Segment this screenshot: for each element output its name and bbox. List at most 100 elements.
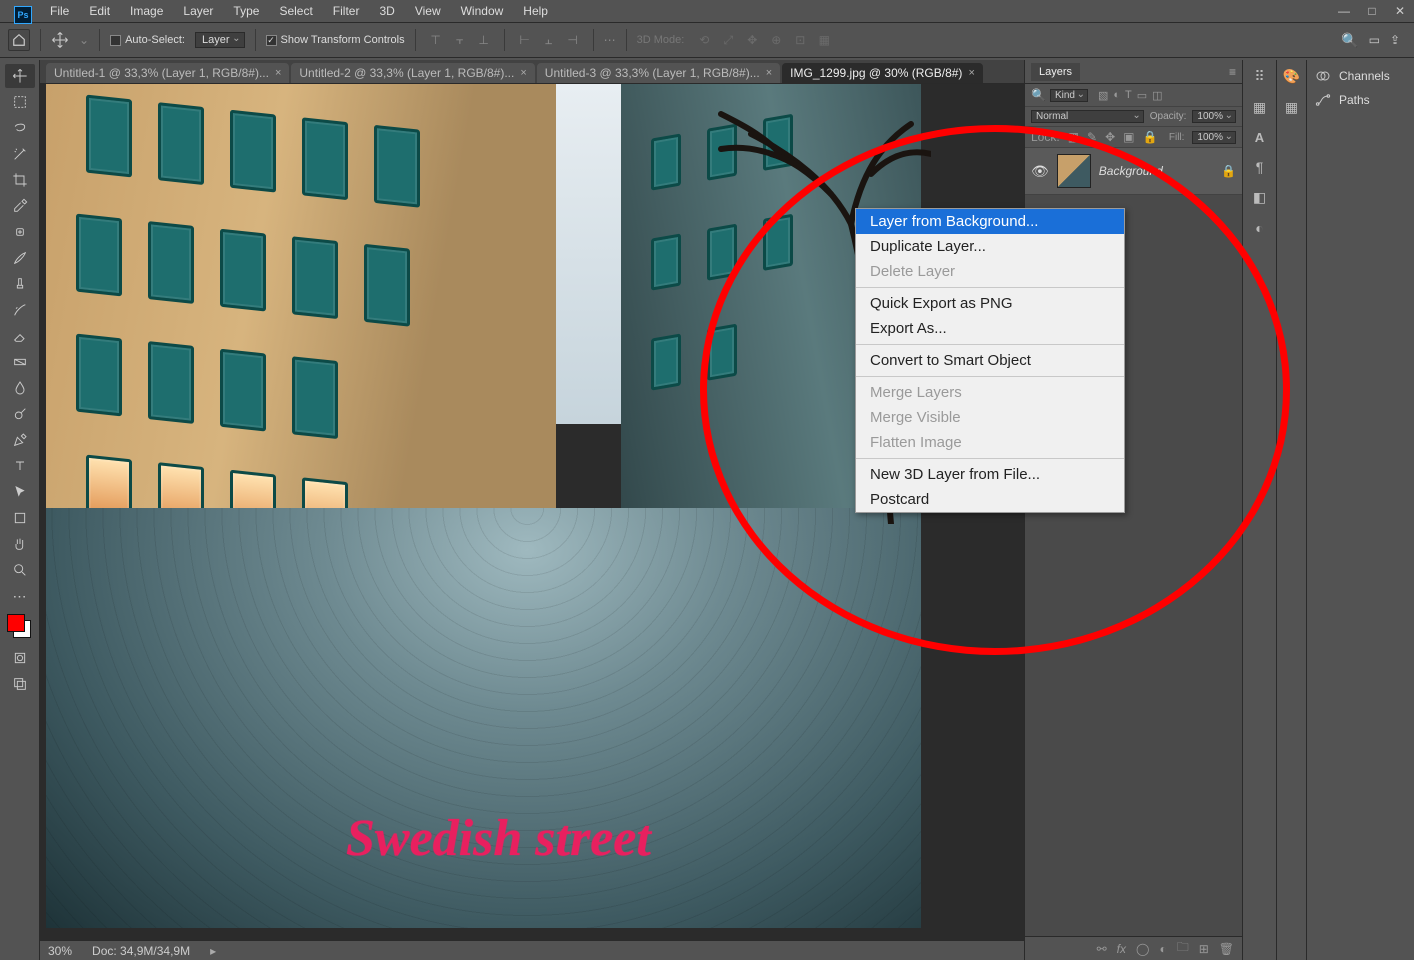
fill-value[interactable]: 100% (1192, 131, 1236, 144)
magic-wand-tool[interactable] (5, 142, 35, 166)
trash-icon[interactable]: 🗑 (1219, 942, 1234, 956)
move-tool[interactable] (5, 64, 35, 88)
ctx-export-as[interactable]: Export As... (856, 316, 1124, 341)
filter-smart-icon[interactable]: ◫ (1152, 89, 1162, 102)
align-h-icons[interactable]: ⊢ ⫠ ⊣ (515, 30, 583, 50)
mask-icon[interactable]: ◯ (1136, 942, 1149, 956)
lock-pos-icon[interactable]: ✥ (1105, 130, 1115, 144)
type-tool[interactable] (5, 454, 35, 478)
panel-icon[interactable]: ▦ (1253, 99, 1266, 116)
eraser-tool[interactable] (5, 324, 35, 348)
close-icon[interactable]: × (275, 67, 281, 79)
search-icon[interactable]: 🔍 (1341, 32, 1358, 49)
close-icon[interactable]: × (968, 67, 974, 79)
layer-filter-icons[interactable]: ▧ ◐ T ▭ ◫ (1098, 89, 1163, 102)
gradient-tool[interactable] (5, 350, 35, 374)
menu-layer[interactable]: Layer (175, 2, 221, 20)
home-icon[interactable] (8, 29, 30, 51)
show-transform-checkbox[interactable]: Show Transform Controls (266, 34, 405, 46)
move-tool-icon[interactable] (51, 31, 69, 49)
auto-select-target-dropdown[interactable]: Layer (195, 32, 245, 48)
filter-adjust-icon[interactable]: ◐ (1113, 89, 1120, 102)
adjustment-icon[interactable]: ◐ (1159, 942, 1166, 956)
doc-tab-0[interactable]: Untitled-1 @ 33,3% (Layer 1, RGB/8#)...× (46, 63, 289, 83)
auto-select-checkbox[interactable]: Auto-Select: (110, 34, 185, 46)
panel-icon[interactable]: ⠿ (1254, 68, 1264, 85)
menu-help[interactable]: Help (515, 2, 556, 20)
layer-name[interactable]: Background (1099, 164, 1163, 178)
blur-tool[interactable] (5, 376, 35, 400)
minimize-button[interactable]: — (1330, 1, 1358, 21)
path-select-tool[interactable] (5, 480, 35, 504)
menu-image[interactable]: Image (122, 2, 171, 20)
color-panel-icon[interactable]: 🎨 (1283, 68, 1300, 85)
group-icon[interactable]: 🗀 (1177, 938, 1189, 959)
ctx-layer-from-background[interactable]: Layer from Background... (856, 209, 1124, 234)
hand-tool[interactable] (5, 532, 35, 556)
lock-brush-icon[interactable]: ✎ (1087, 130, 1097, 144)
layer-filter-search[interactable]: 🔍Kind (1031, 88, 1088, 102)
dodge-tool[interactable] (5, 402, 35, 426)
menu-file[interactable]: File (42, 2, 77, 20)
history-brush-tool[interactable] (5, 298, 35, 322)
channels-tab[interactable]: Channels (1307, 64, 1414, 88)
brush-tool[interactable] (5, 246, 35, 270)
edit-toolbar[interactable]: ⋯ (5, 584, 35, 608)
char-panel-icon[interactable]: A (1255, 130, 1264, 145)
ctx-convert-smart-object[interactable]: Convert to Smart Object (856, 348, 1124, 373)
menu-type[interactable]: Type (225, 2, 267, 20)
panel-icon[interactable]: ◐ (1255, 220, 1263, 236)
close-icon[interactable]: × (520, 67, 526, 79)
crop-tool[interactable] (5, 168, 35, 192)
menu-3d[interactable]: 3D (371, 2, 402, 20)
lock-trans-icon[interactable]: ▩ (1068, 130, 1079, 144)
align-vcenter-icon[interactable]: ⫟ (450, 30, 470, 50)
align-icons[interactable]: ⊤ ⫟ ⊥ (426, 30, 494, 50)
share-icon[interactable]: ⇪ (1390, 33, 1400, 47)
menu-filter[interactable]: Filter (325, 2, 368, 20)
panel-icon[interactable]: ◧ (1253, 189, 1266, 206)
ctx-new-3d-layer[interactable]: New 3D Layer from File... (856, 462, 1124, 487)
opacity-value[interactable]: 100% (1192, 110, 1236, 123)
filter-type-icon[interactable]: T (1125, 89, 1132, 102)
swatches-panel-icon[interactable]: ▦ (1285, 99, 1298, 116)
close-button[interactable]: ✕ (1386, 1, 1414, 21)
shape-tool[interactable] (5, 506, 35, 530)
quick-mask-tool[interactable] (5, 646, 35, 670)
doc-tab-2[interactable]: Untitled-3 @ 33,3% (Layer 1, RGB/8#)...× (537, 63, 780, 83)
align-left-icon[interactable]: ⊢ (515, 30, 535, 50)
maximize-button[interactable]: □ (1358, 1, 1386, 21)
marquee-tool[interactable] (5, 90, 35, 114)
new-layer-icon[interactable]: ⊞ (1199, 942, 1209, 956)
close-icon[interactable]: × (766, 67, 772, 79)
menu-view[interactable]: View (407, 2, 449, 20)
layer-thumbnail[interactable] (1057, 154, 1091, 188)
healing-tool[interactable] (5, 220, 35, 244)
color-swatches[interactable] (7, 614, 33, 644)
fg-color-swatch[interactable] (7, 614, 25, 632)
workspace-icon[interactable]: ▭ (1369, 33, 1380, 47)
zoom-level[interactable]: 30% (48, 944, 72, 958)
menu-edit[interactable]: Edit (81, 2, 118, 20)
ctx-postcard[interactable]: Postcard (856, 487, 1124, 512)
lasso-tool[interactable] (5, 116, 35, 140)
panel-menu-icon[interactable]: ≡ (1229, 65, 1242, 79)
stamp-tool[interactable] (5, 272, 35, 296)
screen-mode-tool[interactable] (5, 672, 35, 696)
zoom-tool[interactable] (5, 558, 35, 582)
distribute-icon[interactable]: ⋯ (604, 33, 616, 47)
layer-row-background[interactable]: 👁 Background 🔒 (1025, 148, 1242, 195)
layers-tab[interactable]: Layers (1031, 63, 1080, 81)
paths-tab[interactable]: Paths (1307, 88, 1414, 112)
filter-pixel-icon[interactable]: ▧ (1098, 89, 1108, 102)
visibility-icon[interactable]: 👁 (1031, 163, 1049, 180)
blend-mode-dropdown[interactable]: Normal (1031, 110, 1144, 123)
link-icon[interactable]: ⚯ (1097, 942, 1107, 956)
fx-icon[interactable]: fx (1117, 942, 1126, 956)
filter-shape-icon[interactable]: ▭ (1137, 89, 1147, 102)
menu-window[interactable]: Window (453, 2, 512, 20)
align-top-icon[interactable]: ⊤ (426, 30, 446, 50)
align-hcenter-icon[interactable]: ⫠ (539, 30, 559, 50)
lock-artboard-icon[interactable]: ▣ (1123, 130, 1134, 144)
status-arrow-icon[interactable]: ▸ (210, 944, 216, 958)
